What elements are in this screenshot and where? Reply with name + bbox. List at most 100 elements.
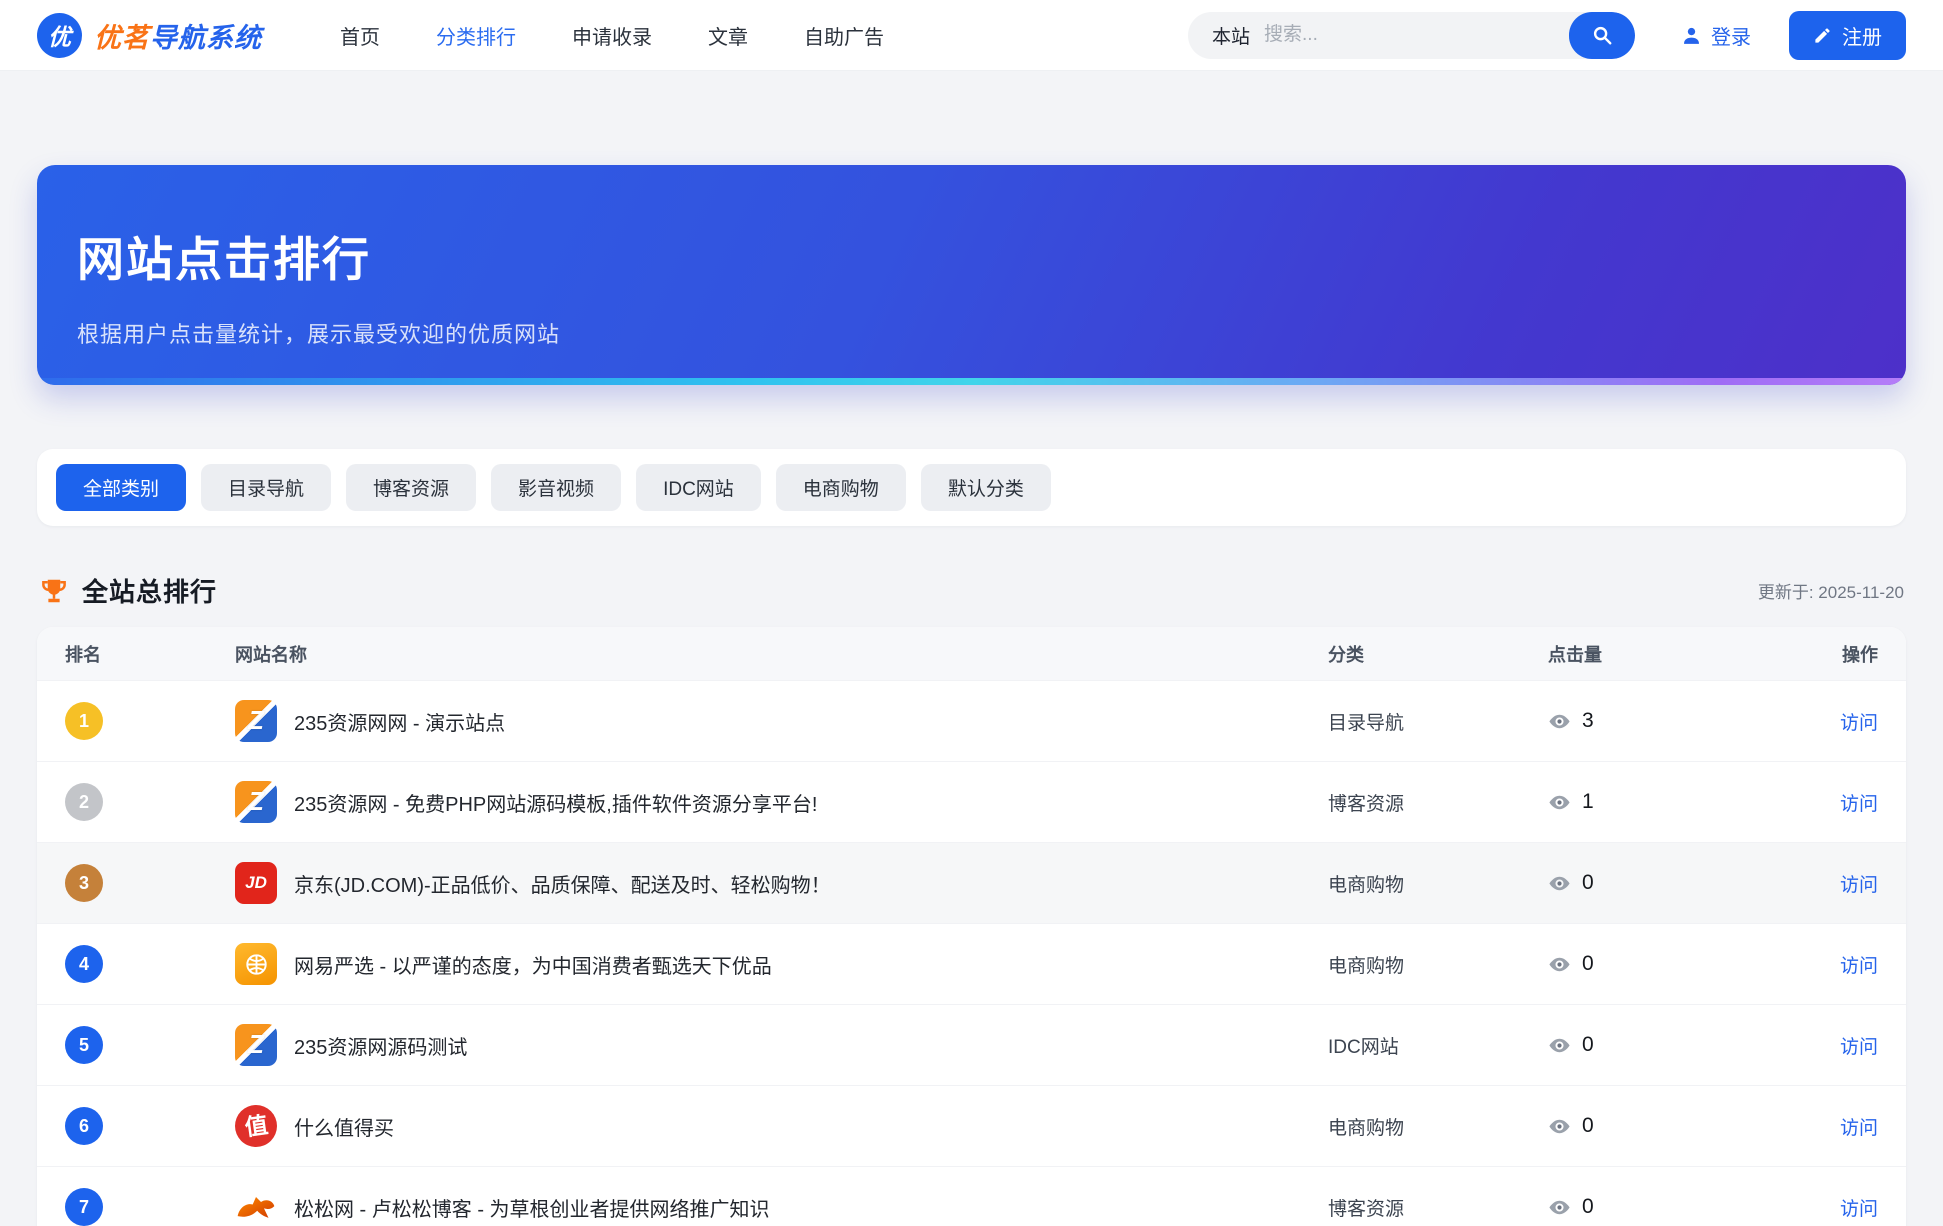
main-nav: 首页 分类排行 申请收录 文章 自助广告 [340,21,884,50]
hero-banner: 网站点击排行 根据用户点击量统计，展示最受欢迎的优质网站 [37,165,1906,385]
register-button[interactable]: 注册 [1789,11,1906,60]
page-title: 网站点击排行 [77,221,1866,290]
site-category: 电商购物 [1328,1113,1548,1140]
click-count: 0 [1582,1195,1594,1219]
search-button[interactable] [1569,12,1635,59]
table-row: 5 Z 235资源网源码测试 IDC网站 0 访问 [37,1004,1906,1085]
eye-icon [1548,1196,1571,1219]
logo-badge-icon: 优 [37,13,82,58]
updated-date: 更新于: 2025-11-20 [1758,578,1904,603]
z-logo-icon: Z [235,700,277,742]
category-chip-blog[interactable]: 博客资源 [346,464,476,511]
search-input[interactable] [1264,24,1569,46]
table-body: 1 Z 235资源网网 - 演示站点 目录导航 3 访问 2 Z [37,680,1906,1226]
rank-badge: 3 [65,864,103,902]
rank-badge: 1 [65,702,103,740]
rank-badge: 5 [65,1026,103,1064]
login-label: 登录 [1711,21,1751,50]
table-row: 1 Z 235资源网网 - 演示站点 目录导航 3 访问 [37,680,1906,761]
eye-icon [1548,872,1571,895]
eye-icon [1548,791,1571,814]
search-bar: 本站 [1188,12,1635,59]
site-name-link[interactable]: 松松网 - 卢松松博客 - 为草根创业者提供网络推广知识 [294,1193,770,1222]
site-category: 博客资源 [1328,1194,1548,1221]
rank-badge: 4 [65,945,103,983]
site-category: 博客资源 [1328,789,1548,816]
site-logo[interactable]: 优 优茗导航系统 [37,13,262,58]
col-header-rank: 排名 [65,641,235,667]
click-count: 0 [1582,952,1594,976]
register-label: 注册 [1842,21,1882,50]
table-row: 7 松松网 - 卢松松博客 - 为草根创业者提供网络推广知识 博客资源 0 访问 [37,1166,1906,1226]
visit-link[interactable]: 访问 [1840,713,1878,734]
z-logo-icon: Z [235,781,277,823]
category-chip-video[interactable]: 影音视频 [491,464,621,511]
visit-link[interactable]: 访问 [1840,875,1878,896]
table-row: 2 Z 235资源网 - 免费PHP网站源码模板,插件软件资源分享平台! 博客资… [37,761,1906,842]
category-chip-idc[interactable]: IDC网站 [636,464,761,511]
yanxuan-logo-icon [235,943,277,985]
site-category: 电商购物 [1328,951,1548,978]
category-chip-default[interactable]: 默认分类 [921,464,1051,511]
col-header-category: 分类 [1328,641,1548,667]
category-chip-all[interactable]: 全部类别 [56,464,186,511]
login-link[interactable]: 登录 [1681,21,1751,50]
site-name-link[interactable]: 235资源网网 - 演示站点 [294,707,505,736]
site-category: 电商购物 [1328,870,1548,897]
site-name-link[interactable]: 什么值得买 [294,1112,394,1141]
nav-item-articles[interactable]: 文章 [708,21,748,50]
nav-item-home[interactable]: 首页 [340,21,380,50]
jd-logo-icon: JD [235,862,277,904]
table-row: 4 网易严选 - 以严谨的态度，为中国消费者甄选天下优品 电商购物 0 访问 [37,923,1906,1004]
ranking-table: 排名 网站名称 分类 点击量 操作 1 Z 235资源网网 - 演示站点 目录导… [37,627,1906,1226]
table-row: 3 JD 京东(JD.COM)-正品低价、品质保障、配送及时、轻松购物！ 电商购… [37,842,1906,923]
section-head: 全站总排行 更新于: 2025-11-20 [37,572,1906,609]
category-filter-bar: 全部类别目录导航博客资源影音视频 IDC网站电商购物默认分类 [37,449,1906,526]
category-chip-ecommerce[interactable]: 电商购物 [776,464,906,511]
nav-item-category-rank[interactable]: 分类排行 [436,21,516,50]
rank-badge: 6 [65,1107,103,1145]
eye-icon [1548,953,1571,976]
site-category: 目录导航 [1328,708,1548,735]
table-header-row: 排名 网站名称 分类 点击量 操作 [37,627,1906,680]
user-icon [1681,25,1702,46]
trophy-icon [39,576,69,606]
z-logo-icon: Z [235,1024,277,1066]
rank-badge: 2 [65,783,103,821]
site-name-link[interactable]: 京东(JD.COM)-正品低价、品质保障、配送及时、轻松购物！ [294,869,831,898]
visit-link[interactable]: 访问 [1840,1199,1878,1220]
page-body: 网站点击排行 根据用户点击量统计，展示最受欢迎的优质网站 全部类别目录导航博客资… [0,165,1943,1226]
search-icon [1591,24,1613,46]
category-chip-dir-nav[interactable]: 目录导航 [201,464,331,511]
eye-icon [1548,1115,1571,1138]
eye-icon [1548,1034,1571,1057]
search-scope-select[interactable]: 本站 [1188,22,1264,49]
brand-name-secondary: 导航系统 [150,23,262,53]
visit-link[interactable]: 访问 [1840,956,1878,977]
site-category: IDC网站 [1328,1032,1548,1059]
visit-link[interactable]: 访问 [1840,1037,1878,1058]
visit-link[interactable]: 访问 [1840,1118,1878,1139]
brand-name: 优茗导航系统 [94,16,262,55]
brand-name-primary: 优茗 [94,23,150,53]
col-header-name: 网站名称 [235,641,1328,667]
pencil-icon [1813,26,1832,45]
nav-item-self-ads[interactable]: 自助广告 [804,21,884,50]
click-count: 0 [1582,1114,1594,1138]
click-count: 3 [1582,709,1594,733]
site-name-link[interactable]: 235资源网 - 免费PHP网站源码模板,插件软件资源分享平台! [294,788,817,817]
col-header-action: 操作 [1788,641,1878,667]
click-count: 0 [1582,871,1594,895]
eye-icon [1548,710,1571,733]
click-count: 1 [1582,790,1594,814]
top-header: 优 优茗导航系统 首页 分类排行 申请收录 文章 自助广告 本站 登录 注册 [0,0,1943,71]
nav-item-submit-site[interactable]: 申请收录 [572,21,652,50]
col-header-clicks: 点击量 [1548,641,1788,667]
smzdm-logo-icon: 值 [235,1105,277,1147]
visit-link[interactable]: 访问 [1840,794,1878,815]
page-subtitle: 根据用户点击量统计，展示最受欢迎的优质网站 [77,317,1866,349]
section-title: 全站总排行 [82,572,217,609]
site-name-link[interactable]: 网易严选 - 以严谨的态度，为中国消费者甄选天下优品 [294,950,772,979]
table-row: 6 值 什么值得买 电商购物 0 访问 [37,1085,1906,1166]
site-name-link[interactable]: 235资源网源码测试 [294,1031,467,1060]
